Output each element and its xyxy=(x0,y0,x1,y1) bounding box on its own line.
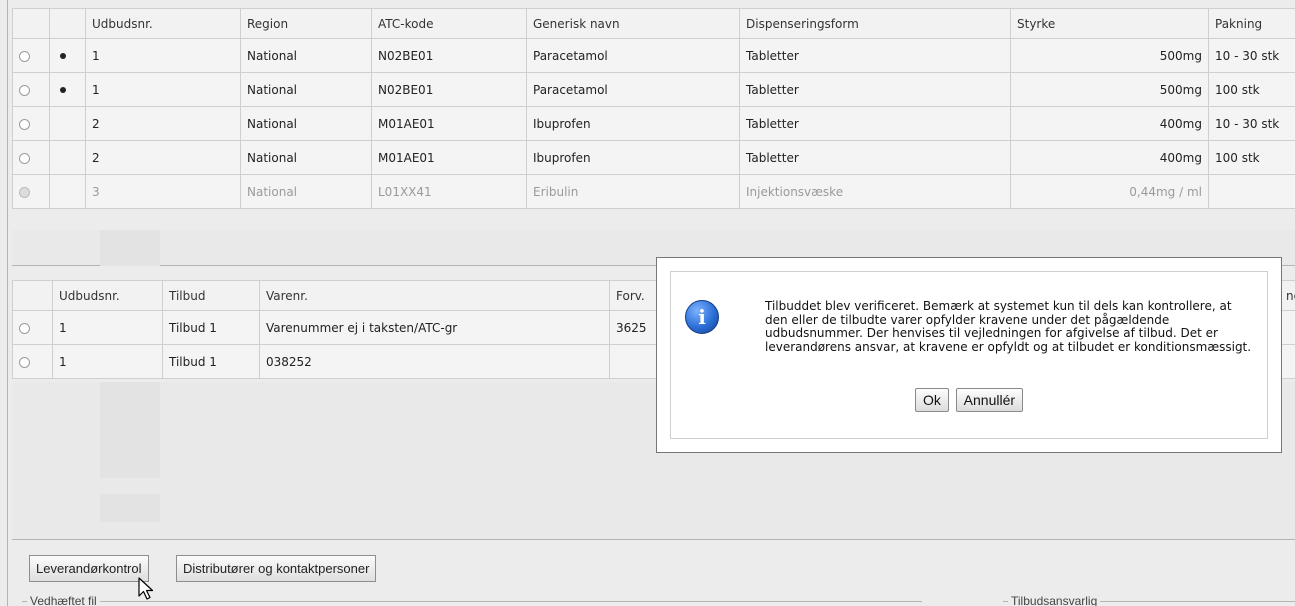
cell-styrke: 400mg xyxy=(1010,140,1209,175)
verification-dialog: i Tilbuddet blev verificeret. Bemærk at … xyxy=(656,257,1282,453)
tilbudsansvarlig-legend: Tilbudsansvarlig xyxy=(1008,594,1101,606)
leverandorkontrol-button[interactable]: Leverandørkontrol xyxy=(29,555,149,582)
row-radio[interactable] xyxy=(19,118,30,130)
cell-region: National xyxy=(240,174,372,209)
cell-udbudsnr: 1 xyxy=(52,310,163,345)
left-border xyxy=(7,0,8,606)
cell-styrke: 0,44mg / ml xyxy=(1010,174,1209,209)
table-row[interactable]: 3 National L01XX41 Eribulin Injektionsvæ… xyxy=(12,174,1295,209)
cell-pakning xyxy=(1208,174,1295,209)
udbud-table: Udbudsnr. Region ATC-kode Generisk navn … xyxy=(12,8,1295,209)
fieldset-border xyxy=(22,601,922,602)
ok-button[interactable]: Ok xyxy=(914,388,949,412)
cell-styrke: 500mg xyxy=(1010,38,1209,73)
selected-dot-icon xyxy=(60,53,66,59)
cell-atc: N02BE01 xyxy=(371,38,527,73)
col-region-header[interactable]: Region xyxy=(240,8,372,39)
row-radio[interactable] xyxy=(19,186,30,198)
cell-udbudsnr: 1 xyxy=(52,344,163,379)
col-dot-header xyxy=(49,8,86,39)
table-row[interactable]: 1 National N02BE01 Paracetamol Tabletter… xyxy=(12,72,1295,107)
cell-atc: N02BE01 xyxy=(371,72,527,107)
cell-pakning: 100 stk xyxy=(1208,140,1295,175)
cell-atc: M01AE01 xyxy=(371,106,527,141)
cell-tilbud: Tilbud 1 xyxy=(162,344,260,379)
col-select-header xyxy=(12,8,50,39)
cell-udbudsnr: 1 xyxy=(85,38,241,73)
cell-form: Tabletter xyxy=(739,72,1011,107)
screen: Udbudsnr. Region ATC-kode Generisk navn … xyxy=(0,0,1295,606)
row-radio[interactable] xyxy=(19,356,30,368)
col-pakning-header[interactable]: Pakning xyxy=(1208,8,1295,39)
table-row[interactable]: 2 National M01AE01 Ibuprofen Tabletter 4… xyxy=(12,140,1295,175)
cell-tilbud: Tilbud 1 xyxy=(162,310,260,345)
table-row[interactable]: 1 National N02BE01 Paracetamol Tabletter… xyxy=(12,38,1295,73)
col-styrke-header[interactable]: Styrke xyxy=(1010,8,1209,39)
header-row: Udbudsnr. Region ATC-kode Generisk navn … xyxy=(12,8,1295,39)
cell-generisk: Paracetamol xyxy=(526,38,740,73)
row-radio[interactable] xyxy=(19,152,30,164)
dialog-message: Tilbuddet blev verificeret. Bemærk at sy… xyxy=(765,299,1252,354)
cell-region: National xyxy=(240,106,372,141)
cell-generisk: Eribulin xyxy=(526,174,740,209)
info-icon: i xyxy=(685,300,719,334)
row-radio[interactable] xyxy=(19,84,30,96)
row-radio[interactable] xyxy=(19,322,30,334)
cell-form: Tabletter xyxy=(739,140,1011,175)
cell-form: Injektionsvæske xyxy=(739,174,1011,209)
cell-varenr: Varenummer ej i taksten/ATC-gr xyxy=(259,310,610,345)
selected-dot-icon xyxy=(60,87,66,93)
dialog-body: i Tilbuddet blev verificeret. Bemærk at … xyxy=(670,271,1268,439)
table-row[interactable]: 2 National M01AE01 Ibuprofen Tabletter 4… xyxy=(12,106,1295,141)
cell-styrke: 500mg xyxy=(1010,72,1209,107)
cell-atc: L01XX41 xyxy=(371,174,527,209)
col-udbudsnr-header[interactable]: Udbudsnr. xyxy=(85,8,241,39)
cell-udbudsnr: 2 xyxy=(85,106,241,141)
row-radio[interactable] xyxy=(19,50,30,62)
col-select-header xyxy=(12,280,53,311)
cell-udbudsnr: 2 xyxy=(85,140,241,175)
cell-form: Tabletter xyxy=(739,38,1011,73)
cell-varenr: 038252 xyxy=(259,344,610,379)
col-udbudsnr-header[interactable]: Udbudsnr. xyxy=(52,280,163,311)
cell-atc: M01AE01 xyxy=(371,140,527,175)
distributorer-button[interactable]: Distributører og kontaktpersoner xyxy=(176,555,377,582)
col-tilbud-header[interactable]: Tilbud xyxy=(162,280,260,311)
cell-region: National xyxy=(240,38,372,73)
dialog-buttons: Ok Annullér xyxy=(671,388,1267,412)
cell-generisk: Ibuprofen xyxy=(526,106,740,141)
cell-generisk: Paracetamol xyxy=(526,72,740,107)
col-form-header[interactable]: Dispenseringsform xyxy=(739,8,1011,39)
col-atc-header[interactable]: ATC-kode xyxy=(371,8,527,39)
col-varenr-header[interactable]: Varenr. xyxy=(259,280,610,311)
cell-pakning: 100 stk xyxy=(1208,72,1295,107)
cancel-button[interactable]: Annullér xyxy=(955,388,1024,412)
cell-udbudsnr: 1 xyxy=(85,72,241,107)
cell-region: National xyxy=(240,72,372,107)
col-generisk-header[interactable]: Generisk navn xyxy=(526,8,740,39)
cell-pakning: 10 - 30 stk xyxy=(1208,38,1295,73)
vedhaeftet-fil-legend: Vedhæftet fil xyxy=(27,594,100,606)
cell-pakning: 10 - 30 stk xyxy=(1208,106,1295,141)
mouse-cursor-icon xyxy=(138,577,154,600)
cell-styrke: 400mg xyxy=(1010,106,1209,141)
cell-udbudsnr: 3 xyxy=(85,174,241,209)
cell-form: Tabletter xyxy=(739,106,1011,141)
cell-generisk: Ibuprofen xyxy=(526,140,740,175)
cell-region: National xyxy=(240,140,372,175)
